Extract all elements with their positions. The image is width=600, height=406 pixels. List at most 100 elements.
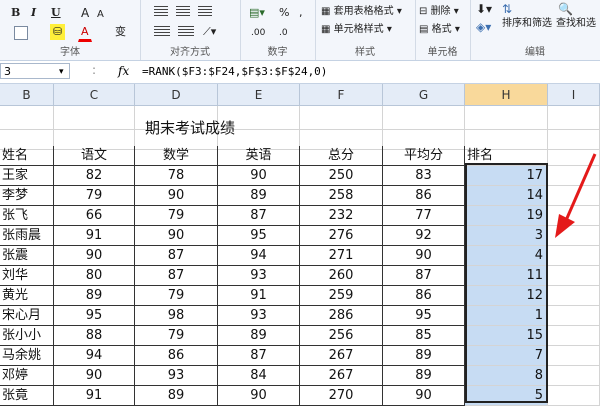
- cell[interactable]: [548, 306, 600, 326]
- format-button[interactable]: ▤ 格式 ▾: [419, 20, 460, 35]
- table-cell[interactable]: 91: [54, 226, 135, 246]
- align-right-icon[interactable]: [198, 6, 212, 18]
- table-cell[interactable]: 90: [383, 246, 465, 266]
- increase-indent-icon[interactable]: [178, 26, 194, 38]
- formula-input[interactable]: =RANK($F3:$F24,$F$3:$F$24,0): [142, 65, 327, 78]
- column-header-f[interactable]: F: [300, 84, 383, 106]
- table-cell[interactable]: 张震: [0, 246, 54, 266]
- fill-down-icon[interactable]: ⬇▾: [476, 2, 492, 16]
- cell[interactable]: [548, 366, 600, 386]
- table-cell[interactable]: 86: [383, 186, 465, 206]
- table-cell[interactable]: 89: [383, 366, 465, 386]
- rank-cell[interactable]: 5: [465, 386, 548, 406]
- table-cell[interactable]: 93: [218, 306, 300, 326]
- table-cell[interactable]: 88: [54, 326, 135, 346]
- delete-button[interactable]: ⊟ 删除 ▾: [419, 2, 459, 17]
- table-cell[interactable]: 271: [300, 246, 383, 266]
- table-cell[interactable]: 86: [383, 286, 465, 306]
- table-cell[interactable]: 276: [300, 226, 383, 246]
- table-cell[interactable]: 张飞: [0, 206, 54, 226]
- table-cell[interactable]: 89: [218, 186, 300, 206]
- table-cell[interactable]: 黄光: [0, 286, 54, 306]
- table-cell[interactable]: 259: [300, 286, 383, 306]
- table-cell[interactable]: 90: [383, 386, 465, 406]
- table-cell[interactable]: 87: [135, 246, 218, 266]
- rank-cell[interactable]: 4: [465, 246, 548, 266]
- table-cell[interactable]: 93: [218, 266, 300, 286]
- header-cell[interactable]: 数学: [135, 146, 218, 166]
- cell[interactable]: [0, 106, 54, 130]
- increase-decimal-button[interactable]: .00: [248, 25, 268, 41]
- table-cell[interactable]: 256: [300, 326, 383, 346]
- rank-cell[interactable]: 12: [465, 286, 548, 306]
- currency-button[interactable]: ▤▾: [246, 5, 268, 21]
- percent-button[interactable]: %: [276, 5, 292, 21]
- table-cell[interactable]: 90: [135, 226, 218, 246]
- column-header-c[interactable]: C: [54, 84, 135, 106]
- table-cell[interactable]: 270: [300, 386, 383, 406]
- table-cell[interactable]: 250: [300, 166, 383, 186]
- insert-function-icon[interactable]: fx: [118, 64, 129, 78]
- border-icon[interactable]: [14, 26, 28, 40]
- table-cell[interactable]: 90: [218, 166, 300, 186]
- table-cell[interactable]: 91: [54, 386, 135, 406]
- column-header-b[interactable]: B: [0, 84, 54, 106]
- name-box[interactable]: 3 ▾: [0, 63, 70, 79]
- cell[interactable]: [465, 106, 548, 130]
- table-cell[interactable]: 90: [54, 246, 135, 266]
- rank-cell[interactable]: 11: [465, 266, 548, 286]
- rank-cell[interactable]: 1: [465, 306, 548, 326]
- table-cell[interactable]: 260: [300, 266, 383, 286]
- cell[interactable]: [548, 346, 600, 366]
- rank-cell[interactable]: 15: [465, 326, 548, 346]
- table-cell[interactable]: 66: [54, 206, 135, 226]
- column-header-h[interactable]: H: [465, 84, 548, 106]
- column-header-d[interactable]: D: [135, 84, 218, 106]
- decrease-indent-icon[interactable]: [154, 26, 170, 38]
- table-cell[interactable]: 张小小: [0, 326, 54, 346]
- table-cell[interactable]: 86: [135, 346, 218, 366]
- table-cell[interactable]: 90: [135, 186, 218, 206]
- table-cell[interactable]: 267: [300, 346, 383, 366]
- table-cell[interactable]: 89: [135, 386, 218, 406]
- table-cell[interactable]: 95: [218, 226, 300, 246]
- table-cell[interactable]: 85: [383, 326, 465, 346]
- cell[interactable]: [383, 106, 465, 130]
- table-cell[interactable]: 98: [135, 306, 218, 326]
- table-format-button[interactable]: ▦ 套用表格格式 ▾: [321, 2, 402, 17]
- cell[interactable]: [548, 286, 600, 306]
- decrease-decimal-button[interactable]: .0: [276, 25, 291, 41]
- table-cell[interactable]: 93: [135, 366, 218, 386]
- rank-cell[interactable]: 14: [465, 186, 548, 206]
- table-cell[interactable]: 87: [218, 346, 300, 366]
- rank-cell[interactable]: 8: [465, 366, 548, 386]
- orientation-button[interactable]: ⟋▾: [200, 24, 219, 40]
- table-cell[interactable]: 94: [218, 246, 300, 266]
- grow-font-button[interactable]: A: [78, 5, 92, 21]
- table-cell[interactable]: 79: [54, 186, 135, 206]
- cell[interactable]: [548, 266, 600, 286]
- chevron-down-icon[interactable]: ▾: [59, 64, 64, 80]
- table-cell[interactable]: 258: [300, 186, 383, 206]
- cell[interactable]: [548, 386, 600, 406]
- table-cell[interactable]: 82: [54, 166, 135, 186]
- table-cell[interactable]: 89: [54, 286, 135, 306]
- rank-cell[interactable]: 19: [465, 206, 548, 226]
- header-cell[interactable]: 平均分: [383, 146, 465, 166]
- header-cell[interactable]: 英语: [218, 146, 300, 166]
- table-cell[interactable]: 78: [135, 166, 218, 186]
- phonetic-button[interactable]: 变: [112, 24, 129, 40]
- fill-color-button[interactable]: ⛁: [50, 24, 66, 40]
- italic-button[interactable]: I: [28, 5, 39, 21]
- table-cell[interactable]: 马余姚: [0, 346, 54, 366]
- table-cell[interactable]: 87: [383, 266, 465, 286]
- table-cell[interactable]: 91: [218, 286, 300, 306]
- rank-cell[interactable]: 17: [465, 166, 548, 186]
- table-cell[interactable]: 84: [218, 366, 300, 386]
- header-cell[interactable]: 总分: [300, 146, 383, 166]
- table-cell[interactable]: 宋心月: [0, 306, 54, 326]
- underline-button[interactable]: U: [48, 5, 64, 21]
- cell[interactable]: [548, 106, 600, 130]
- table-cell[interactable]: 286: [300, 306, 383, 326]
- align-center-icon[interactable]: [176, 6, 190, 18]
